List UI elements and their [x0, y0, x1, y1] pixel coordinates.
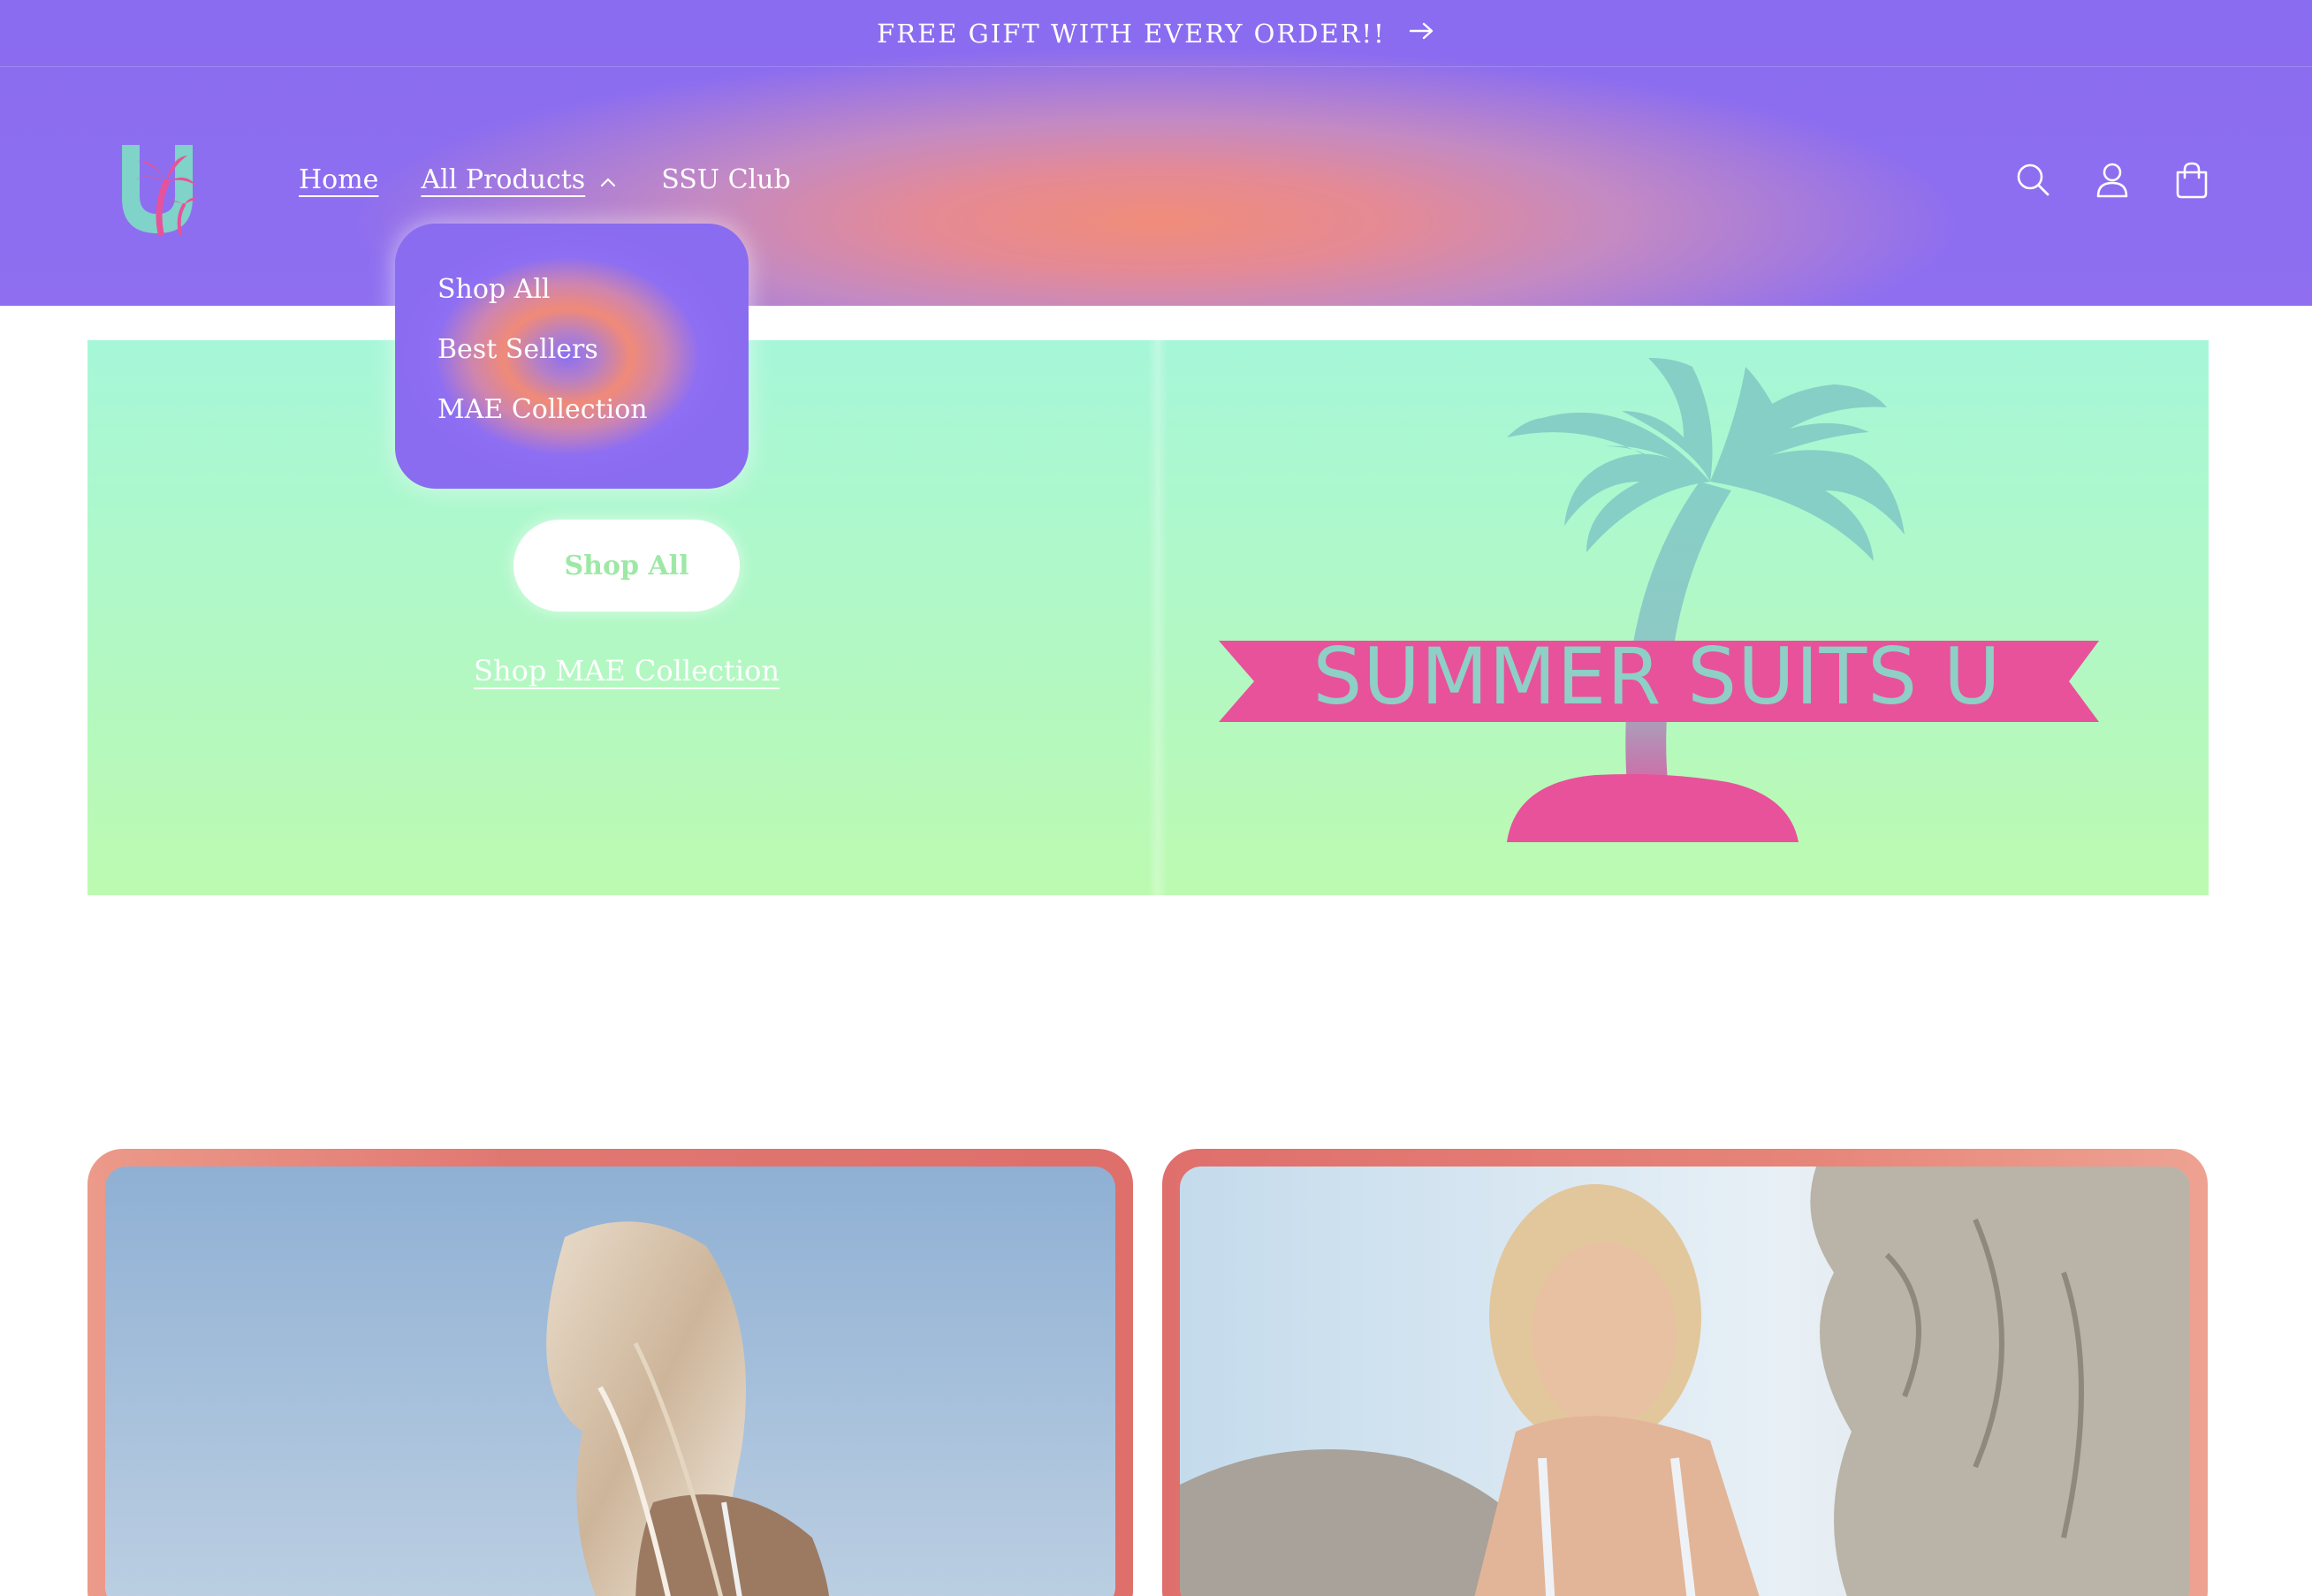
photo-model-rocks [1180, 1167, 2190, 1596]
arrow-right-icon[interactable] [1409, 20, 1435, 47]
cart-icon[interactable] [2174, 161, 2209, 200]
chevron-up-icon[interactable] [599, 171, 617, 193]
announcement-text[interactable]: FREE GIFT WITH EVERY ORDER!! [877, 19, 1386, 49]
summer-suits-u-banner-art [1219, 358, 2099, 842]
announcement-bar[interactable]: FREE GIFT WITH EVERY ORDER!! [0, 0, 2312, 67]
search-icon[interactable] [2015, 161, 2050, 200]
shop-mae-collection-link: Shop MAE Collection [87, 654, 1166, 688]
nav-all-products-label[interactable]: All Products [421, 164, 585, 195]
all-products-dropdown: Shop All Best Sellers MAE Collection [395, 224, 749, 489]
product-card-left[interactable] [87, 1149, 1133, 1596]
nav-all-products[interactable]: All Products [421, 164, 617, 195]
shop-mae-collection-label[interactable]: Shop MAE Collection [474, 654, 780, 688]
hero-divider [1148, 340, 1167, 895]
product-photo-right[interactable] [1180, 1167, 2190, 1596]
site-logo[interactable] [115, 141, 200, 239]
product-photo-left[interactable] [105, 1167, 1115, 1596]
photo-model-back-view [105, 1167, 1115, 1596]
hero-banner-text: SUMMER SUITS U [1312, 631, 2002, 722]
nav-ssu-club[interactable]: SSU Club [661, 164, 790, 195]
palm-tree-u-logo-icon [122, 145, 198, 237]
shop-all-button[interactable]: Shop All [513, 520, 740, 612]
nav-home[interactable]: Home [299, 164, 378, 195]
dropdown-item-best-sellers[interactable]: Best Sellers [437, 337, 749, 397]
account-icon[interactable] [2095, 161, 2130, 200]
page: FREE GIFT WITH EVERY ORDER!! Home All Pr… [0, 0, 2312, 1596]
dropdown-item-mae-collection[interactable]: MAE Collection [437, 397, 749, 457]
header-icons [2015, 161, 2209, 200]
main-nav: Home All Products SSU Club [299, 164, 833, 195]
product-card-right[interactable] [1162, 1149, 2208, 1596]
dropdown-item-shop-all[interactable]: Shop All [437, 277, 749, 337]
